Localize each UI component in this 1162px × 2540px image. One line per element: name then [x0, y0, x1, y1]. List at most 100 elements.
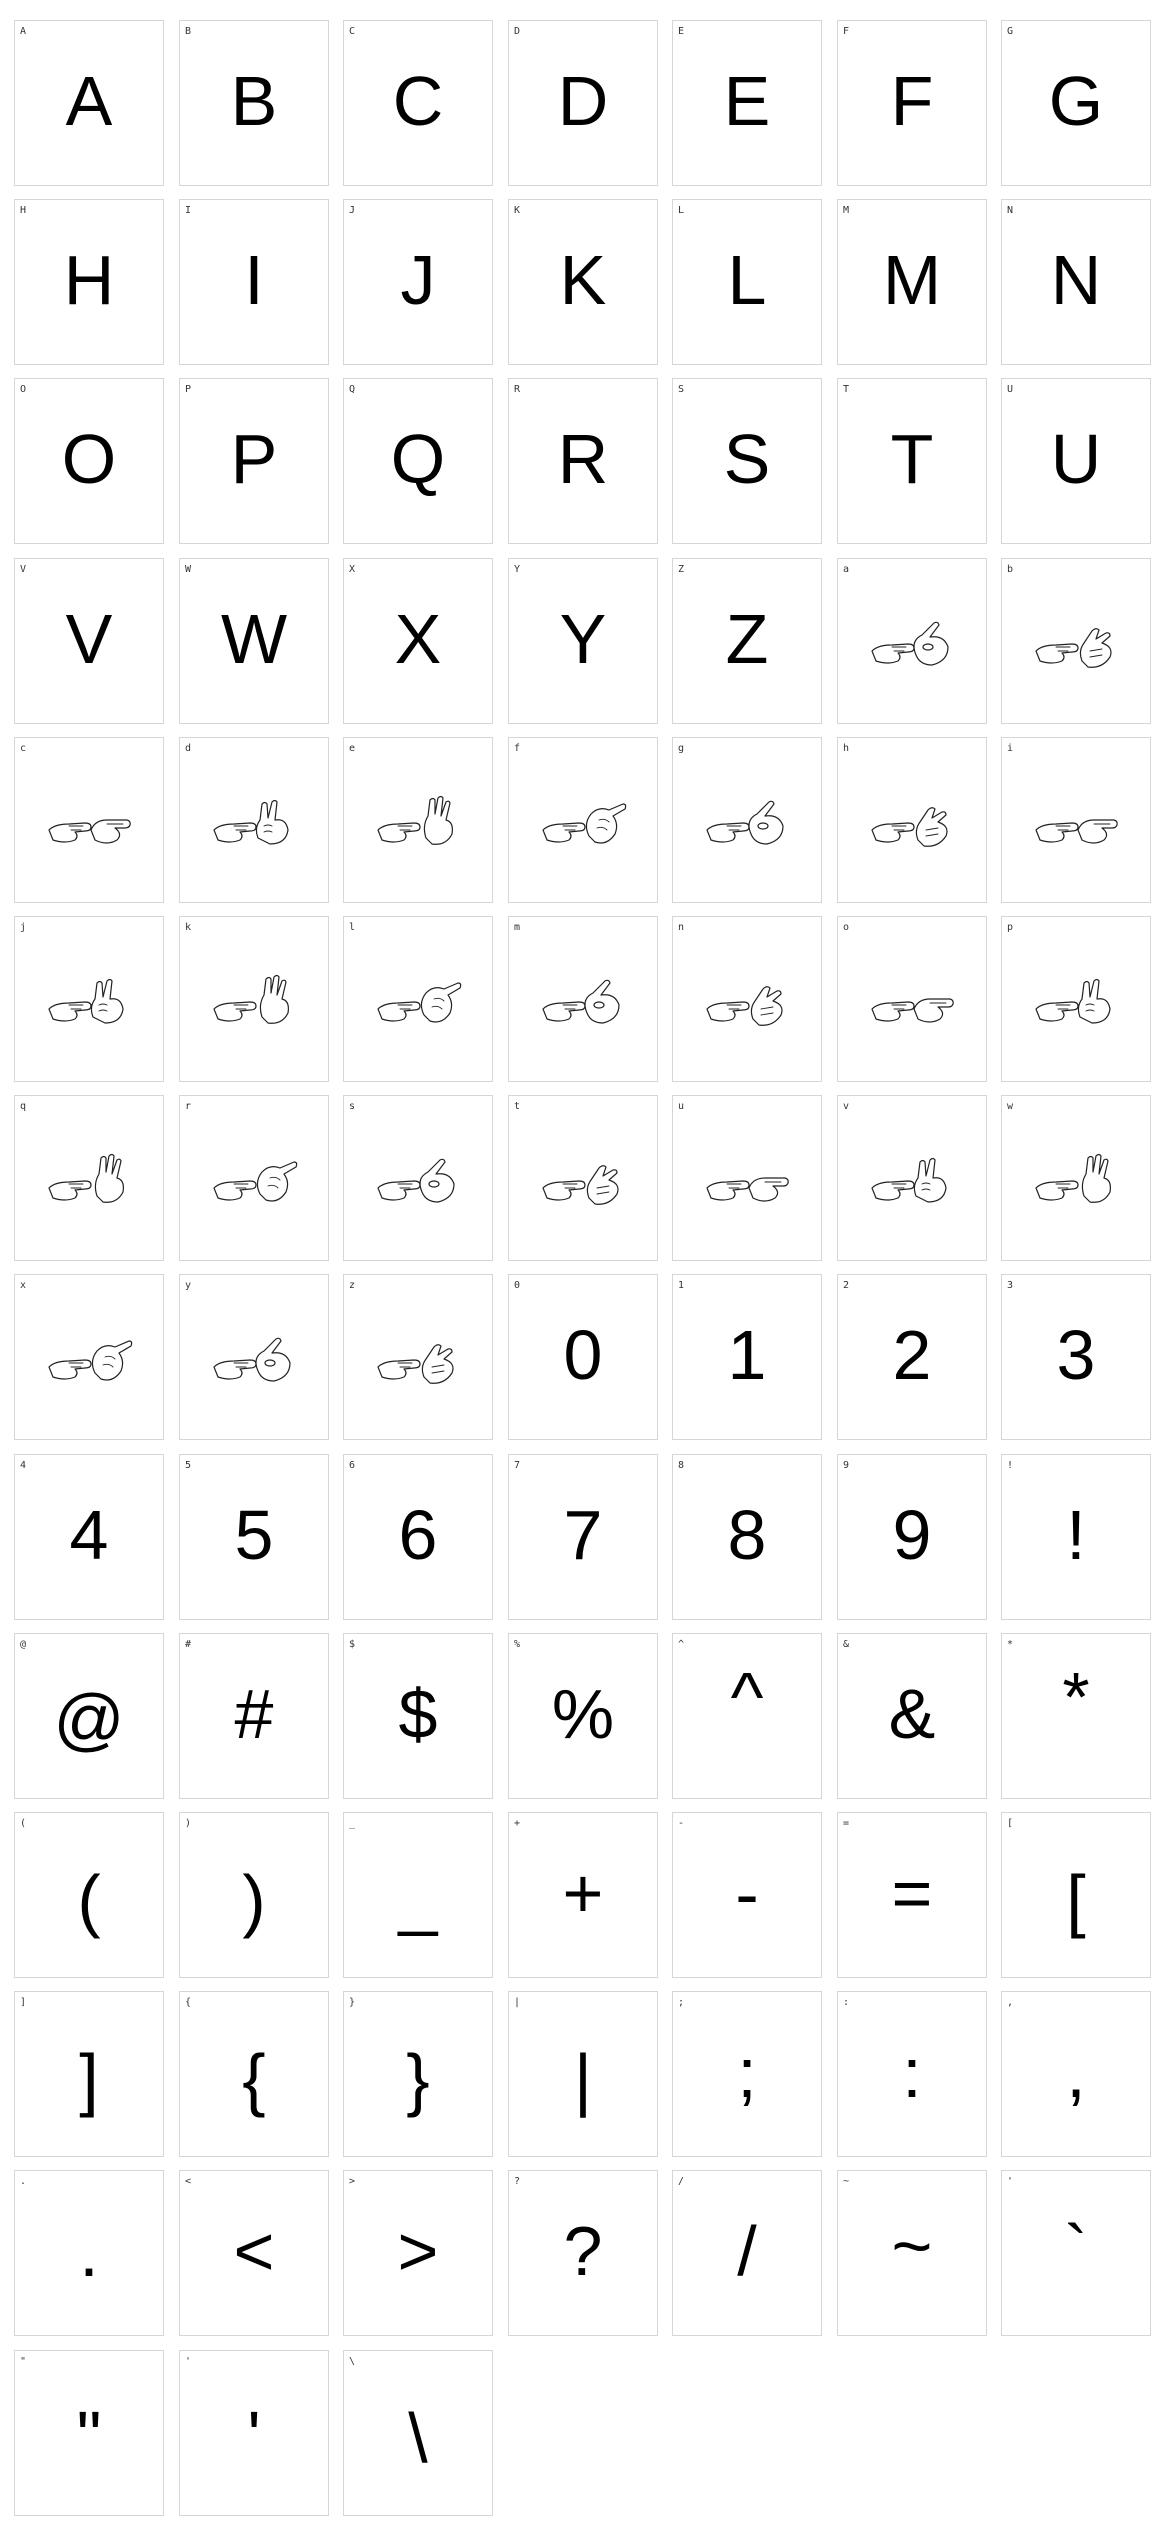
glyph-character: + [562, 1854, 604, 1932]
glyph-cell: PP [179, 378, 329, 544]
glyph-cell-label: _ [349, 1818, 356, 1829]
glyph-character: * [1062, 1658, 1090, 1736]
glyph-cell-label: r [185, 1101, 192, 1112]
glyph-cell: " " [14, 2350, 164, 2516]
glyph-character: C [392, 62, 444, 140]
glyph-character: - [735, 1855, 759, 1933]
glyph-cell: c [14, 737, 164, 903]
glyph-cell-label: > [349, 2176, 356, 2187]
glyph-cell-label: , [1007, 1997, 1014, 2008]
glyph-cell-label: U [1007, 384, 1014, 395]
glyph-character: L [727, 241, 767, 319]
glyph-cell-label: u [678, 1101, 685, 1112]
glyph-cell-label: ( [20, 1818, 27, 1829]
glyph-cell-label: 6 [349, 1460, 356, 1471]
glyph-cell-label: + [514, 1818, 521, 1829]
glyph-character: 6 [398, 1496, 438, 1574]
glyph-cell: d [179, 737, 329, 903]
glyph-character: ( [77, 1861, 101, 1939]
glyph-cell: OO [14, 378, 164, 544]
glyph-character: _ [398, 1859, 438, 1937]
glyph-cell-label: l [349, 922, 356, 933]
glyph-cell: :: [837, 1991, 987, 2157]
glyph-cell-label: / [678, 2176, 685, 2187]
glyph-cell: WW [179, 558, 329, 724]
glyph-cell-label: - [678, 1818, 685, 1829]
glyph-cell-label: P [185, 384, 192, 395]
glyph-cell-label: J [349, 205, 356, 216]
glyph-cell-label: I [185, 205, 192, 216]
glyph-character: D [557, 62, 609, 140]
glyph-cell-label: D [514, 26, 521, 37]
glyph-cell-label: } [349, 1997, 356, 2008]
glyph-character: { [242, 2040, 266, 2118]
glyph-cell-label: Z [678, 564, 685, 575]
glyph-cell: MM [837, 199, 987, 365]
glyph-character: ) [242, 1861, 266, 1939]
glyph-character: S [723, 420, 771, 498]
glyph-cell-label: 3 [1007, 1280, 1014, 1291]
glyph-cell: w [1001, 1095, 1151, 1261]
glyph-cell: r [179, 1095, 329, 1261]
glyph-cell-label: O [20, 384, 27, 395]
glyph-cell-label: X [349, 564, 356, 575]
glyph-cell: j [14, 916, 164, 1082]
glyph-cell-label: 5 [185, 1460, 192, 1471]
glyph-cell-label: 9 [843, 1460, 850, 1471]
glyph-character: ; [737, 2034, 757, 2112]
glyph-cell-label: j [20, 922, 27, 933]
glyph-cell: = = [837, 1812, 987, 1978]
glyph-character: K [559, 241, 607, 319]
glyph-cell-label: \ [349, 2356, 356, 2367]
glyph-cell: NN [1001, 199, 1151, 365]
glyph-cell: 88 [672, 1454, 822, 1620]
glyph-cell: 11 [672, 1274, 822, 1440]
glyph-character: ' [247, 2397, 261, 2475]
glyph-grid: AABBCCDDEEFFGGHHIIJJKKLLMMNNOOPPQQRRSSTT… [0, 0, 1162, 2540]
glyph-cell: x [14, 1274, 164, 1440]
glyph-cell: %% [508, 1633, 658, 1799]
glyph-character: F [890, 62, 934, 140]
glyph-cell-label: = [843, 1818, 850, 1829]
glyph-cell-label: ] [20, 1997, 27, 2008]
glyph-cell-label: A [20, 26, 27, 37]
glyph-character: " [76, 2397, 102, 2475]
glyph-cell: VV [14, 558, 164, 724]
glyph-character: | [573, 2040, 593, 2118]
glyph-cell: & & [837, 1633, 987, 1799]
glyph-character: ` [1064, 2211, 1088, 2289]
glyph-character: G [1048, 62, 1104, 140]
glyph-cell: [[ [1001, 1812, 1151, 1978]
glyph-cell: YY [508, 558, 658, 724]
glyph-cell-label: ? [514, 2176, 521, 2187]
glyph-cell-label: h [843, 743, 850, 754]
glyph-cell-label: Q [349, 384, 356, 395]
glyph-cell: l [343, 916, 493, 1082]
glyph-cell: {{ [179, 1991, 329, 2157]
glyph-character: : [902, 2034, 922, 2112]
glyph-character: W [220, 600, 288, 678]
glyph-cell-label: W [185, 564, 192, 575]
glyph-character: ^ [730, 1658, 764, 1736]
glyph-cell: b [1001, 558, 1151, 724]
glyph-character: E [723, 62, 771, 140]
glyph-cell-label: % [514, 1639, 521, 1650]
glyph-character: ~ [891, 2207, 933, 2285]
glyph-character: % [551, 1675, 615, 1753]
glyph-character: Z [725, 600, 769, 678]
glyph-character: = [891, 1854, 933, 1932]
glyph-cell-label: L [678, 205, 685, 216]
glyph-cell: DD [508, 20, 658, 186]
glyph-cell-label: Y [514, 564, 521, 575]
glyph-cell-label: p [1007, 922, 1014, 933]
glyph-cell: GG [1001, 20, 1151, 186]
glyph-cell-label: k [185, 922, 192, 933]
glyph-cell: i [1001, 737, 1151, 903]
glyph-cell-label: K [514, 205, 521, 216]
glyph-character: U [1050, 420, 1102, 498]
glyph-character: J [400, 241, 436, 319]
glyph-cell-label: 1 [678, 1280, 685, 1291]
glyph-character: ? [563, 2212, 603, 2290]
glyph-cell-label: x [20, 1280, 27, 1291]
glyph-character: } [406, 2040, 430, 2118]
